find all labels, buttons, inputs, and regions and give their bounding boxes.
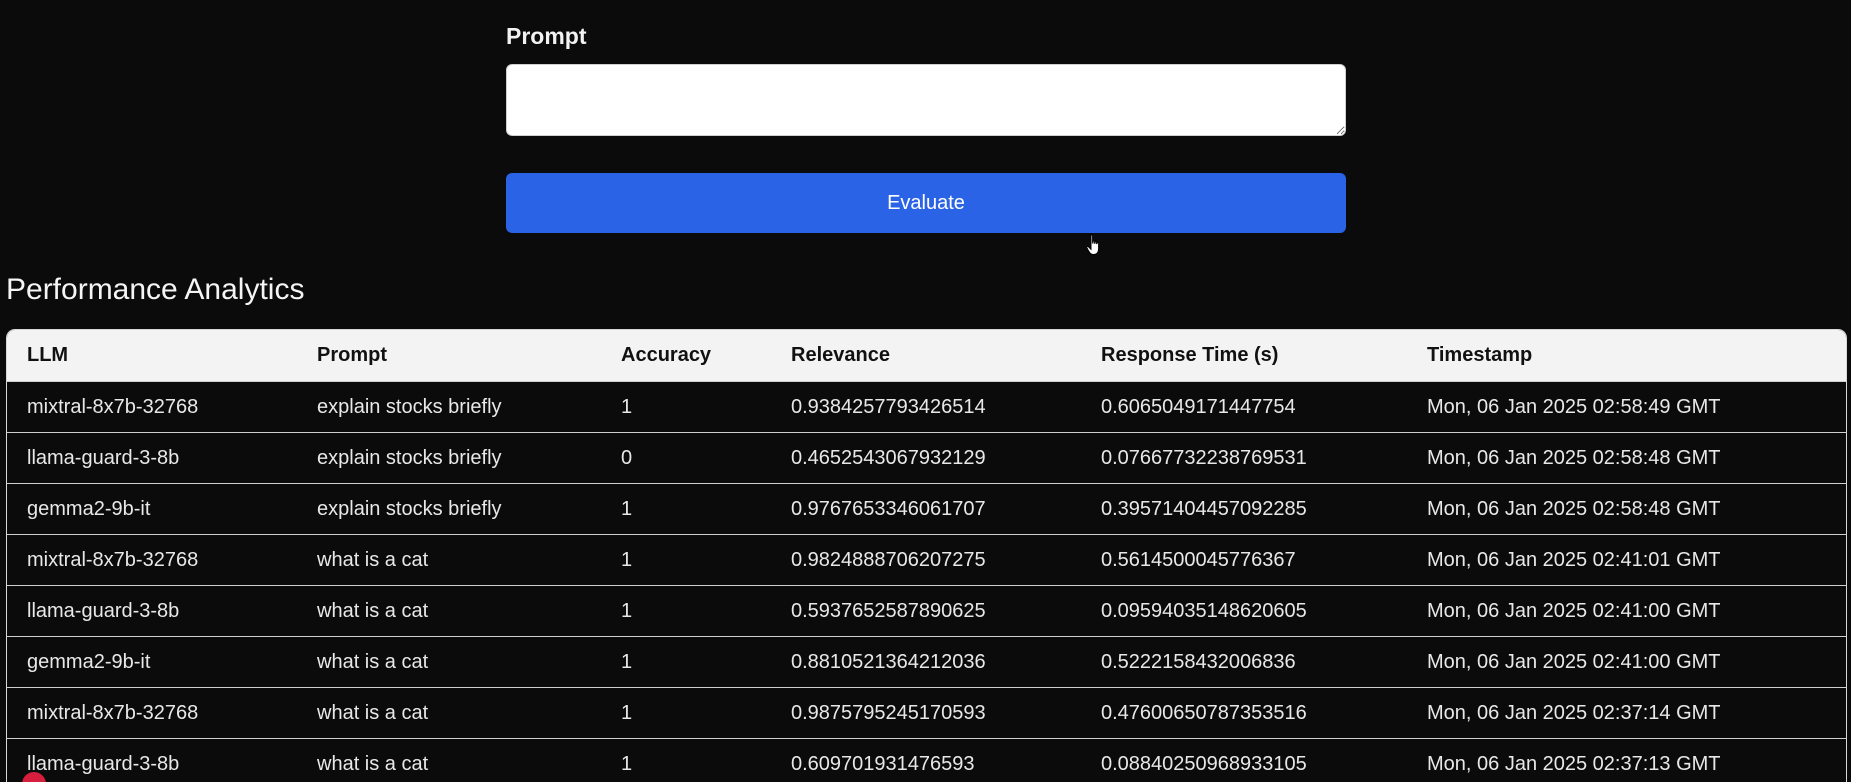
cell-llm: gemma2-9b-it	[7, 636, 297, 688]
cell-timestamp: Mon, 06 Jan 2025 02:41:00 GMT	[1407, 636, 1846, 688]
cell-llm: mixtral-8x7b-32768	[7, 534, 297, 586]
cell-timestamp: Mon, 06 Jan 2025 02:41:00 GMT	[1407, 585, 1846, 637]
cell-response-time: 0.39571404457092285	[1081, 483, 1407, 535]
prompt-input[interactable]	[506, 64, 1346, 136]
table-row: llama-guard-3-8b what is a cat 1 0.59376…	[7, 585, 1846, 637]
cell-llm: llama-guard-3-8b	[7, 585, 297, 637]
cell-response-time: 0.47600650787353516	[1081, 687, 1407, 739]
cell-relevance: 0.9824888706207275	[771, 534, 1081, 586]
table-header-row: LLM Prompt Accuracy Relevance Response T…	[7, 330, 1846, 382]
cell-response-time: 0.5614500045776367	[1081, 534, 1407, 586]
cell-timestamp: Mon, 06 Jan 2025 02:58:48 GMT	[1407, 483, 1846, 535]
cell-llm: mixtral-8x7b-32768	[7, 381, 297, 433]
column-header-response-time[interactable]: Response Time (s)	[1081, 330, 1407, 382]
cell-timestamp: Mon, 06 Jan 2025 02:58:48 GMT	[1407, 432, 1846, 484]
cell-response-time: 0.5222158432006836	[1081, 636, 1407, 688]
cell-accuracy: 1	[601, 738, 771, 782]
hand-pointer-icon	[1086, 234, 1100, 255]
cell-response-time: 0.6065049171447754	[1081, 381, 1407, 433]
cell-timestamp: Mon, 06 Jan 2025 02:37:14 GMT	[1407, 687, 1846, 739]
cell-prompt: explain stocks briefly	[297, 381, 601, 433]
table-row: gemma2-9b-it explain stocks briefly 1 0.…	[7, 483, 1846, 535]
column-header-timestamp[interactable]: Timestamp	[1407, 330, 1846, 382]
cell-response-time: 0.08840250968933105	[1081, 738, 1407, 782]
cell-relevance: 0.4652543067932129	[771, 432, 1081, 484]
cell-prompt: what is a cat	[297, 534, 601, 586]
cell-prompt: what is a cat	[297, 636, 601, 688]
evaluation-form: Prompt Evaluate	[506, 22, 1346, 233]
analytics-table: LLM Prompt Accuracy Relevance Response T…	[7, 330, 1846, 782]
column-header-relevance[interactable]: Relevance	[771, 330, 1081, 382]
cell-prompt: explain stocks briefly	[297, 432, 601, 484]
cell-accuracy: 1	[601, 687, 771, 739]
cell-relevance: 0.9875795245170593	[771, 687, 1081, 739]
table-row: mixtral-8x7b-32768 what is a cat 1 0.987…	[7, 687, 1846, 739]
table-row: mixtral-8x7b-32768 explain stocks briefl…	[7, 381, 1846, 433]
cell-accuracy: 1	[601, 585, 771, 637]
cell-relevance: 0.8810521364212036	[771, 636, 1081, 688]
cell-prompt: what is a cat	[297, 585, 601, 637]
cell-relevance: 0.5937652587890625	[771, 585, 1081, 637]
cell-relevance: 0.9767653346061707	[771, 483, 1081, 535]
cell-accuracy: 0	[601, 432, 771, 484]
table-row: gemma2-9b-it what is a cat 1 0.881052136…	[7, 636, 1846, 688]
cell-response-time: 0.07667732238769531	[1081, 432, 1407, 484]
table-row: llama-guard-3-8b explain stocks briefly …	[7, 432, 1846, 484]
cell-prompt: explain stocks briefly	[297, 483, 601, 535]
column-header-prompt[interactable]: Prompt	[297, 330, 601, 382]
cell-response-time: 0.09594035148620605	[1081, 585, 1407, 637]
analytics-table-container: LLM Prompt Accuracy Relevance Response T…	[6, 329, 1847, 782]
cell-relevance: 0.609701931476593	[771, 738, 1081, 782]
cell-llm: mixtral-8x7b-32768	[7, 687, 297, 739]
cell-accuracy: 1	[601, 636, 771, 688]
prompt-label: Prompt	[506, 23, 587, 49]
cell-prompt: what is a cat	[297, 738, 601, 782]
page: Prompt Evaluate Performance Analytics LL…	[0, 0, 1851, 782]
performance-analytics-title: Performance Analytics	[6, 273, 305, 306]
cell-llm: gemma2-9b-it	[7, 483, 297, 535]
cell-prompt: what is a cat	[297, 687, 601, 739]
cell-timestamp: Mon, 06 Jan 2025 02:41:01 GMT	[1407, 534, 1846, 586]
column-header-accuracy[interactable]: Accuracy	[601, 330, 771, 382]
cell-llm: llama-guard-3-8b	[7, 738, 297, 782]
table-row: mixtral-8x7b-32768 what is a cat 1 0.982…	[7, 534, 1846, 586]
cell-timestamp: Mon, 06 Jan 2025 02:58:49 GMT	[1407, 381, 1846, 433]
cell-relevance: 0.9384257793426514	[771, 381, 1081, 433]
cell-accuracy: 1	[601, 381, 771, 433]
evaluate-button[interactable]: Evaluate	[506, 173, 1346, 233]
column-header-llm[interactable]: LLM	[7, 330, 297, 382]
table-row: llama-guard-3-8b what is a cat 1 0.60970…	[7, 738, 1846, 782]
cell-accuracy: 1	[601, 483, 771, 535]
cell-accuracy: 1	[601, 534, 771, 586]
cell-llm: llama-guard-3-8b	[7, 432, 297, 484]
cell-timestamp: Mon, 06 Jan 2025 02:37:13 GMT	[1407, 738, 1846, 782]
